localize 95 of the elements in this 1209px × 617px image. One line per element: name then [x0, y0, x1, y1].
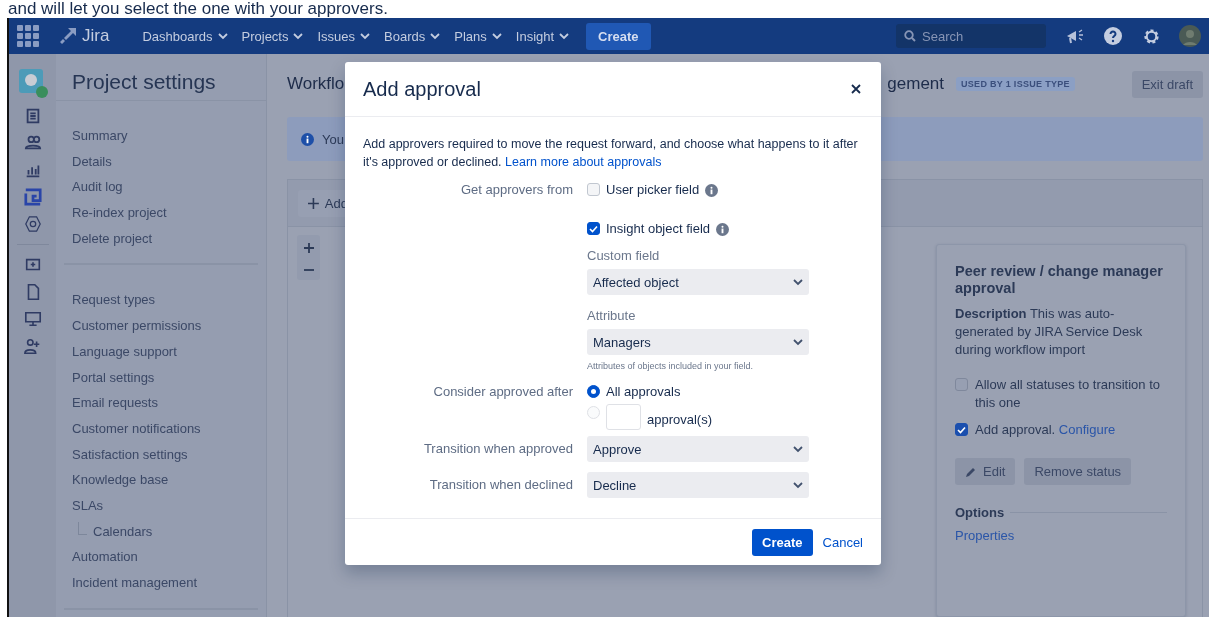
- nav-menu[interactable]: Projects: [236, 24, 309, 48]
- megaphone-icon[interactable]: [1066, 28, 1084, 44]
- sidebar-item[interactable]: SLAs: [64, 492, 258, 519]
- nav-menu[interactable]: Dashboards: [137, 24, 233, 48]
- chevron-icon: [430, 32, 441, 40]
- sidebar-item[interactable]: Audit log: [64, 174, 258, 201]
- settings-icon[interactable]: [1142, 26, 1161, 46]
- status-title: Peer review / change manager approval: [955, 263, 1164, 297]
- nav-menu[interactable]: Boards: [379, 24, 446, 48]
- field-label: Attribute: [587, 307, 637, 324]
- user-avatar[interactable]: [1179, 25, 1201, 47]
- sidebar-item[interactable]: Re-index project: [64, 200, 258, 226]
- info-icon: [301, 132, 314, 146]
- chevron-icon: [793, 338, 803, 346]
- page-title: Project settings: [71, 69, 217, 95]
- sidebar-item[interactable]: Calendars: [93, 518, 153, 545]
- sidebar-item[interactable]: Knowledge base: [64, 467, 258, 493]
- zoom-out-button[interactable]: [303, 268, 314, 273]
- select-field[interactable]: Managers: [587, 329, 809, 355]
- chevron-icon: [793, 481, 803, 489]
- product-name[interactable]: Jira: [82, 26, 110, 46]
- sidebar-item[interactable]: Portal settings: [64, 364, 258, 391]
- select-field[interactable]: Approve: [587, 436, 809, 462]
- zoom-in-button[interactable]: [303, 242, 314, 253]
- properties-link[interactable]: Properties: [955, 528, 1015, 543]
- radio-label: approval(s): [647, 411, 713, 429]
- exit-draft-button[interactable]: Exit draft: [1131, 70, 1203, 98]
- checkbox[interactable]: [587, 222, 600, 235]
- field-label: Custom field: [587, 247, 661, 264]
- field-label: Get approvers from: [460, 181, 573, 199]
- nav-menu[interactable]: Plans: [449, 24, 507, 48]
- checkbox-label: User picker field: [606, 181, 700, 199]
- sidebar-item[interactable]: Request types: [64, 287, 258, 314]
- chevron-icon: [793, 278, 803, 286]
- remove-status-button[interactable]: Remove status: [1024, 458, 1132, 485]
- field-label: Consider approved after: [432, 383, 573, 401]
- learn-more-link[interactable]: Learn more about approvals: [505, 155, 662, 169]
- sidebar-item[interactable]: Delete project: [64, 225, 258, 252]
- create-button[interactable]: Create: [752, 529, 813, 556]
- sidebar-item[interactable]: Customer notifications: [64, 415, 258, 442]
- chevron-icon: [217, 32, 228, 40]
- sidebar-item[interactable]: Customer permissions: [64, 313, 258, 339]
- sidebar-item[interactable]: Language support: [64, 338, 258, 365]
- info-icon: [716, 222, 730, 236]
- status-description: Description This was auto-generated by JIRA Service Desk during workflow import: [955, 305, 1144, 359]
- project-avatar[interactable]: [17, 68, 48, 98]
- info-icon: [705, 183, 719, 197]
- plus-icon: [308, 197, 319, 209]
- sidebar-item[interactable]: Summary: [64, 123, 258, 149]
- field-label: Transition when approved: [422, 440, 573, 458]
- chevron-icon: [360, 32, 371, 40]
- search-field[interactable]: Search: [896, 24, 1046, 48]
- edit-button[interactable]: Edit: [955, 458, 1016, 485]
- select-field[interactable]: Affected object: [587, 269, 809, 295]
- nav-menu[interactable]: Issues: [312, 24, 376, 48]
- options-heading: Options: [955, 505, 1005, 520]
- monitor-icon[interactable]: [23, 310, 42, 328]
- select-field[interactable]: Decline: [587, 472, 809, 498]
- help-icon[interactable]: [1104, 27, 1122, 45]
- cancel-link[interactable]: Cancel: [822, 535, 863, 550]
- create-button[interactable]: Create: [586, 22, 651, 50]
- usage-badge: USED BY 1 ISSUE TYPE: [956, 77, 1075, 91]
- add-user-icon[interactable]: [23, 337, 42, 355]
- option-label: Allow all statuses to transition to this one: [975, 376, 1161, 412]
- chevron-icon: [559, 32, 570, 40]
- hexagon-icon[interactable]: [23, 215, 42, 233]
- checkbox[interactable]: [955, 423, 968, 436]
- help-text: Attributes of objects included in your field.: [587, 361, 755, 371]
- dialog-description: Add approvers required to move the request forward, and choose what happens to it after it's approved or declined. Learn more about approvals: [363, 136, 859, 171]
- radio-label: All approvals: [606, 383, 681, 401]
- count-input[interactable]: [606, 404, 641, 430]
- people-icon[interactable]: [23, 134, 42, 152]
- workflow-title: gement: [887, 74, 944, 94]
- field-label: Transition when declined: [428, 476, 573, 494]
- option-label: Add approval. Configure: [975, 421, 1116, 439]
- info-text: You: [322, 131, 344, 147]
- caption-text: and will let you select the one with your approvers.: [7, 0, 389, 18]
- chevron-icon: [491, 32, 502, 40]
- sidebar-item[interactable]: Satisfaction settings: [64, 441, 258, 468]
- dialog-title: Add approval: [363, 77, 481, 101]
- checkbox[interactable]: [955, 378, 968, 391]
- radio-button[interactable]: [587, 385, 600, 398]
- pencil-icon: [965, 465, 977, 478]
- sidebar-item[interactable]: Incident management: [64, 570, 258, 596]
- chevron-icon: [293, 32, 304, 40]
- chevron-icon: [793, 445, 803, 453]
- sidebar-item[interactable]: Email requests: [64, 390, 258, 416]
- sidebar-item[interactable]: Details: [64, 148, 258, 175]
- sidebar-item[interactable]: Automation: [64, 544, 258, 570]
- checkbox-label: Insight object field: [606, 220, 711, 238]
- configure-link[interactable]: Configure: [1058, 422, 1116, 437]
- close-button[interactable]: [849, 82, 863, 96]
- nav-menu[interactable]: Insight: [510, 24, 575, 48]
- workflow-title: Workflo: [287, 74, 345, 94]
- app-grid-icon[interactable]: [17, 25, 39, 47]
